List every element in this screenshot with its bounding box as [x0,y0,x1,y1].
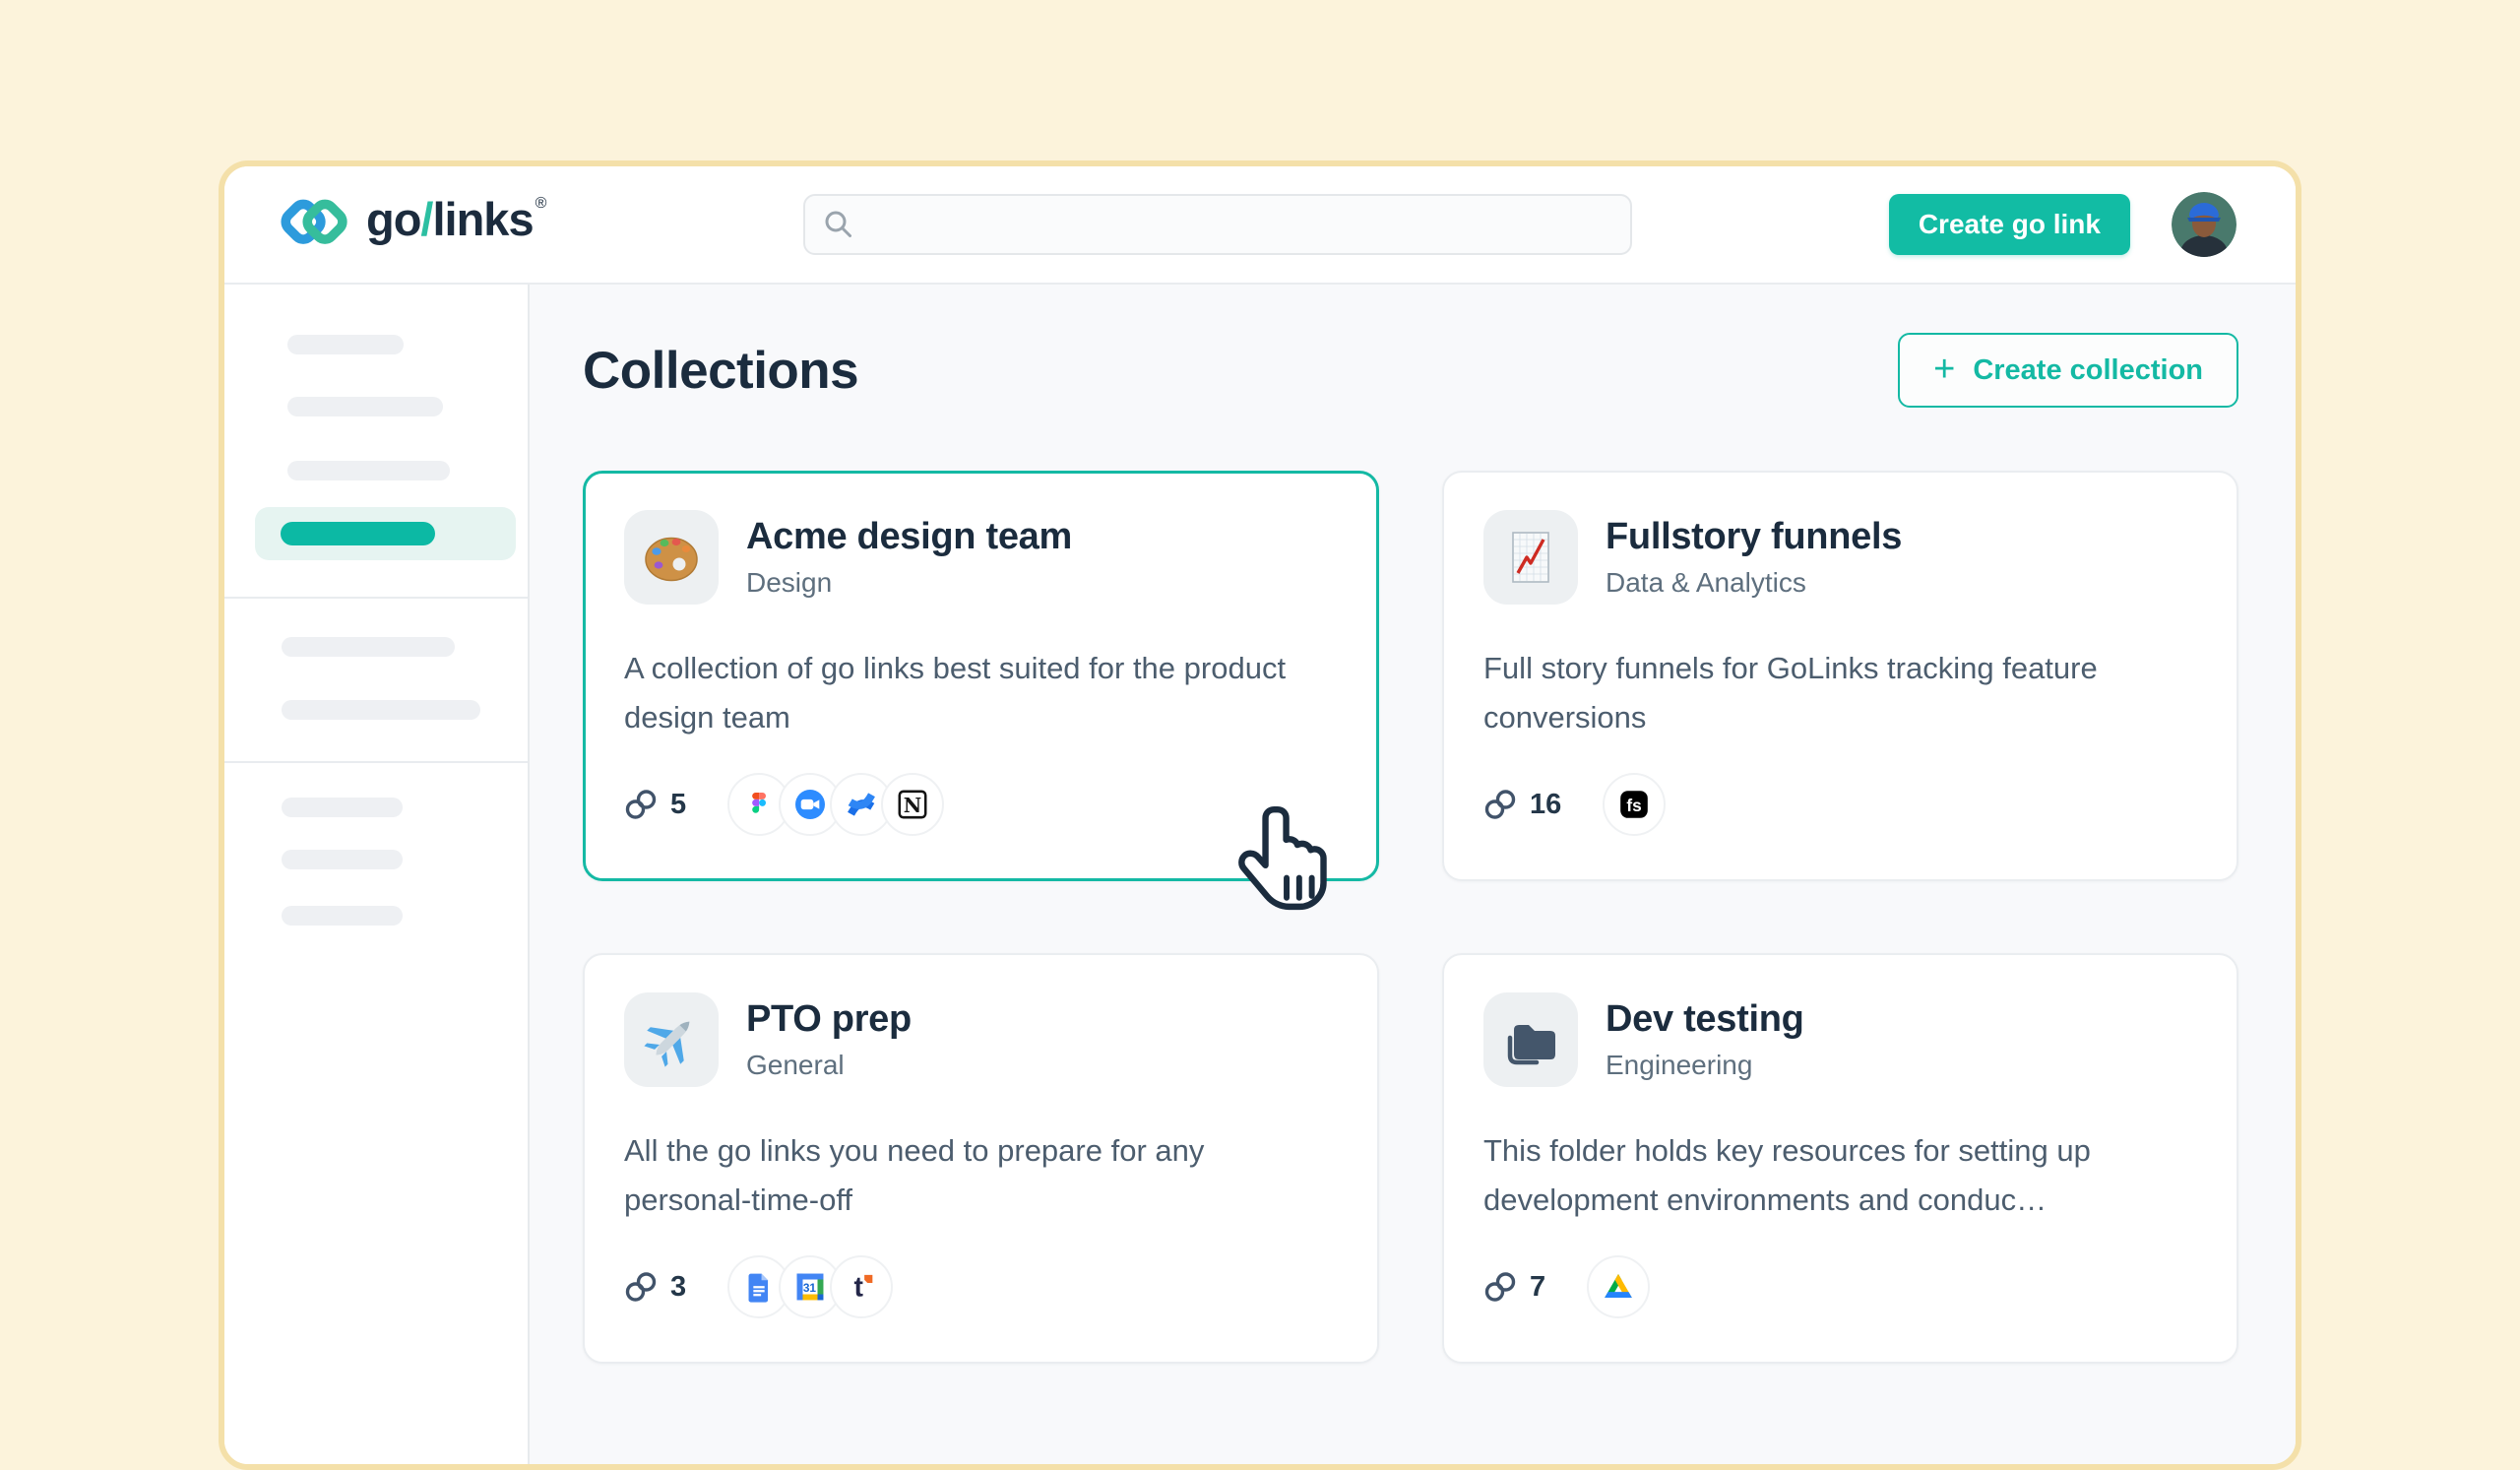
sidebar-skeleton-item [287,461,450,480]
sidebar-section-divider [224,597,528,599]
golinks-logo[interactable]: go/links® [274,186,545,264]
collection-description: This folder holds key resources for sett… [1483,1126,2197,1224]
collection-card-pto-prep[interactable]: PTO prep General All the go links you ne… [583,953,1379,1364]
t-logo-icon: t [830,1255,893,1318]
collection-card-fullstory-funnels[interactable]: Fullstory funnels Data & Analytics Full … [1442,471,2238,881]
link-count-value: 16 [1530,789,1561,821]
collection-title: Fullstory funnels [1606,516,1902,559]
collection-title: PTO prep [746,998,912,1042]
sidebar-skeleton-item [282,700,480,720]
registered-mark: ® [536,195,546,212]
sidebar-skeleton-item [282,850,403,869]
page-title: Collections [583,341,858,401]
sidebar-skeleton-item [282,906,403,926]
window-body: Collections + Create collection [224,285,2296,1464]
collection-title: Dev testing [1606,998,1804,1042]
collection-description: All the go links you need to prepare for… [624,1126,1338,1224]
golinks-chain-icon [274,186,360,264]
sidebar-skeleton-item [282,798,403,817]
create-go-link-button[interactable]: Create go link [1889,194,2130,255]
collection-card-acme-design-team[interactable]: Acme design team Design A collection of … [583,471,1379,881]
link-count-value: 7 [1530,1271,1545,1304]
collection-description: Full story funnels for GoLinks tracking … [1483,644,2197,741]
svg-text:t: t [854,1271,864,1303]
collection-title: Acme design team [746,516,1072,559]
google-drive-icon [1587,1255,1650,1318]
sidebar-nav [224,285,530,1464]
collection-card-dev-testing[interactable]: Dev testing Engineering This folder hold… [1442,953,2238,1364]
sidebar-item-collections-active[interactable] [255,507,516,560]
sidebar-section-divider [224,761,528,763]
svg-text:31: 31 [803,1281,817,1295]
logo-wordmark: go/links® [366,196,545,242]
notion-icon: N [881,773,944,836]
link-count-icon [1483,1270,1517,1304]
folder-icon [1483,992,1578,1087]
collection-category: Data & Analytics [1606,567,1902,599]
collection-category: Engineering [1606,1050,1804,1081]
chart-increasing-icon [1483,510,1578,605]
active-item-bar [281,522,435,545]
sidebar-skeleton-item [287,335,404,354]
palette-icon [624,510,719,605]
link-count-value: 5 [670,789,686,821]
fullstory-icon: fs [1603,773,1666,836]
main-content: Collections + Create collection [530,285,2296,1464]
collection-category: Design [746,567,1072,599]
create-collection-button[interactable]: + Create collection [1898,333,2238,408]
svg-text:fs: fs [1627,796,1642,815]
search-area [545,194,1888,255]
app-window: go/links® Create go link [219,160,2301,1470]
link-count-icon [624,1270,658,1304]
svg-text:N: N [904,794,922,817]
link-count-value: 3 [670,1271,686,1304]
user-avatar[interactable] [2172,192,2236,257]
top-bar: go/links® Create go link [224,166,2296,285]
sidebar-skeleton-item [287,397,443,416]
search-icon [823,209,854,240]
collection-description: A collection of go links best suited for… [624,644,1338,741]
collections-grid: Acme design team Design A collection of … [583,471,2238,1364]
link-count-icon [624,788,658,821]
link-count-icon [1483,788,1517,821]
collection-category: General [746,1050,912,1081]
search-input[interactable] [803,194,1632,255]
airplane-icon [624,992,719,1087]
sidebar-skeleton-item [282,637,455,657]
